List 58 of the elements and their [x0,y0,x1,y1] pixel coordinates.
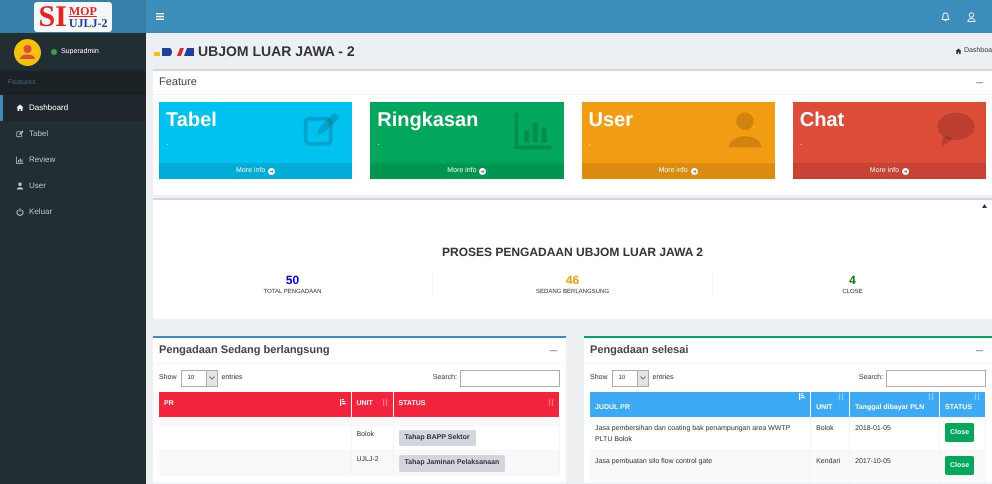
sidebar-item[interactable]: Dashboard [0,95,146,121]
avatar [14,38,41,66]
stat-value: 4 [849,273,856,287]
collapse-icon [976,347,983,354]
card-title: Chat [800,108,844,132]
sidebar-item[interactable]: User [0,173,146,199]
collapse-button[interactable] [550,347,560,354]
bar-chart-icon [514,110,554,150]
card-value: . [588,136,592,149]
page-title: UBJOM LUAR JAWA - 2 [198,42,355,60]
speech-bubble-icon [936,110,976,150]
logo-icon [154,45,194,57]
expand-button[interactable] [982,203,988,208]
arrow-circle-icon [479,168,486,174]
online-status-icon [51,49,57,55]
stat-value: 46 [566,273,580,287]
arrow-circle-icon [902,168,909,174]
search-field[interactable] [460,370,560,386]
card-value: . [800,136,802,149]
home-icon [954,48,962,54]
user-icon [16,182,24,190]
menu-icon [156,13,164,20]
collapse-button[interactable] [976,79,986,86]
power-icon [16,208,24,216]
stat-value: 50 [286,273,300,287]
collapse-icon [550,347,557,354]
sort-icon [838,393,844,400]
bell-icon [940,12,950,22]
chevron-down-icon [208,376,215,380]
box-title: Pengadaan selesai [590,343,688,358]
user-icon [966,12,976,22]
arrow-circle-icon [690,168,698,174]
arrow-circle-icon [268,168,276,174]
sort-icon [974,393,980,400]
chevron-down-icon [640,376,646,380]
card-title: Ringkasan [377,108,478,132]
sidebar-item[interactable]: Review [0,147,146,173]
caret-up-icon [982,204,987,208]
card-title: Tabel [166,108,217,132]
edit-icon [16,130,24,138]
sort-icon [928,393,934,400]
collapse-button[interactable] [976,347,986,354]
box-title: Pengadaan Sedang berlangsung [159,343,330,358]
home-icon [16,104,24,112]
box-title: Feature [159,75,197,90]
card-value: . [166,136,169,149]
sidebar-item[interactable]: Tabel [0,121,146,147]
sort-ascending-icon [340,399,346,406]
sort-icon [548,399,554,406]
sidebar-item[interactable]: Keluar [0,199,146,225]
summary-title: PROSES PENGADAAN UBJOM LUAR JAWA 2 [441,244,704,261]
bar-chart-icon [16,156,24,164]
card-title: User [588,108,633,132]
card-value: . [377,136,380,149]
sort-icon [382,399,388,406]
sort-ascending-icon [799,393,806,400]
collapse-icon [976,79,983,86]
search-field[interactable] [886,370,986,386]
